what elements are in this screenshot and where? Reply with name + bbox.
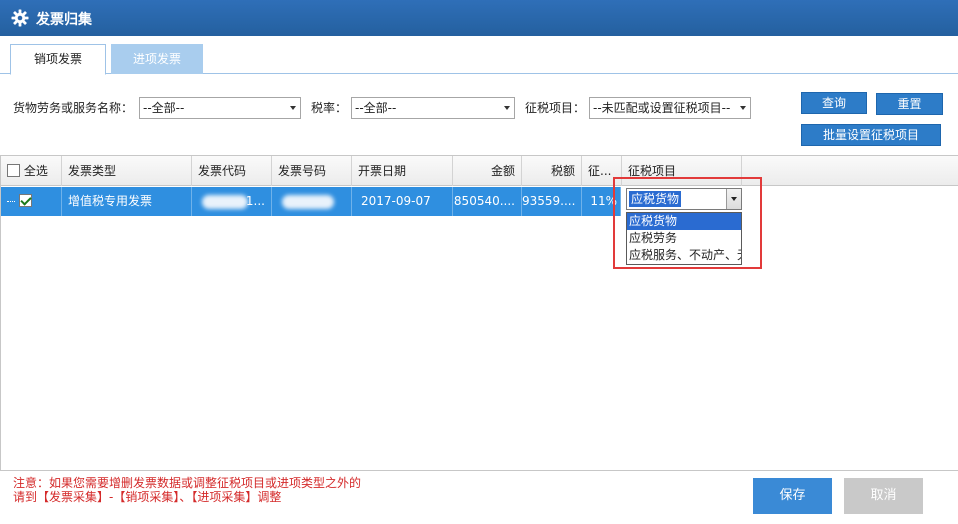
goods-filter-label: 货物劳务或服务名称： [13, 101, 134, 115]
tax-item-dropdown-list: 应税货物 应税劳务 应税服务、不动产、无形资产 [626, 212, 742, 265]
column-header-tax[interactable]: 税额 [522, 156, 582, 186]
tree-line [7, 201, 15, 202]
save-button[interactable]: 保存 [753, 478, 832, 514]
row-checkbox[interactable] [19, 194, 32, 207]
goods-filter-value: --全部-- [143, 101, 185, 115]
select-all-label: 全选 [23, 164, 48, 178]
select-all-checkbox[interactable] [7, 164, 20, 177]
row-select-cell[interactable] [1, 187, 62, 216]
table-header: 全选 发票类型 发票代码 发票号码 开票日期 金额 税额 征... 征税项目 [1, 156, 958, 186]
tax-item-filter-value: --未匹配或设置征税项目-- [593, 101, 731, 115]
redacted-code [202, 195, 248, 209]
notice-line-2: 请到【发票采集】-【销项采集】、【进项采集】调整 [13, 490, 282, 504]
tab-strip: 销项发票 进项发票 [0, 36, 958, 75]
rate-filter-label: 税率： [311, 101, 348, 115]
chevron-down-icon[interactable] [726, 189, 741, 209]
cancel-button[interactable]: 取消 [844, 478, 923, 514]
tax-item-filter-label: 征税项目： [525, 101, 586, 115]
cell-issue-date: 2017-09-07 [352, 187, 453, 216]
column-header-invoice-type[interactable]: 发票类型 [62, 156, 192, 186]
cell-invoice-code: 1... [192, 187, 272, 216]
select-all-header[interactable]: 全选 [1, 156, 62, 186]
cell-amount: 850540.... [453, 187, 522, 216]
dropdown-option-taxable-goods[interactable]: 应税货物 [627, 213, 741, 230]
tax-item-filter-select[interactable]: --未匹配或设置征税项目-- [589, 97, 751, 119]
cell-invoice-number [272, 187, 352, 216]
dropdown-option-taxable-services[interactable]: 应税服务、不动产、无形资产 [627, 247, 741, 264]
rate-filter-value: --全部-- [355, 101, 397, 115]
title-bar: 发票归集 [0, 0, 958, 36]
tab-purchase-invoices[interactable]: 进项发票 [111, 44, 203, 74]
gear-icon [11, 9, 29, 27]
chevron-down-icon [287, 98, 300, 118]
column-header-invoice-number[interactable]: 发票号码 [272, 156, 352, 186]
cell-tax: 93559.... [522, 187, 582, 216]
tab-sales-invoices[interactable]: 销项发票 [10, 44, 106, 75]
invoice-table: 全选 发票类型 发票代码 发票号码 开票日期 金额 税额 征... 征税项目 增… [0, 155, 958, 471]
column-header-amount[interactable]: 金额 [453, 156, 522, 186]
notice-line-1: 注意：如果您需要增删发票数据或调整征税项目或进项类型之外的 [13, 476, 362, 490]
column-header-invoice-code[interactable]: 发票代码 [192, 156, 272, 186]
window-title: 发票归集 [36, 12, 92, 28]
table-row[interactable]: 增值税专用发票 1... 2017-09-07 850540.... 93559… [1, 187, 621, 216]
batch-set-tax-item-button[interactable]: 批量设置征税项目 [801, 124, 941, 146]
column-header-issue-date[interactable]: 开票日期 [352, 156, 453, 186]
dropdown-option-taxable-labor[interactable]: 应税劳务 [627, 230, 741, 247]
cell-invoice-code-text: 1... [245, 194, 265, 208]
goods-filter-select[interactable]: --全部-- [139, 97, 301, 119]
chevron-down-icon [737, 98, 750, 118]
cell-invoice-type: 增值税专用发票 [62, 187, 192, 216]
query-button[interactable]: 查询 [801, 92, 867, 114]
reset-button[interactable]: 重置 [876, 93, 943, 115]
rate-filter-select[interactable]: --全部-- [351, 97, 515, 119]
tax-item-combo-value: 应税货物 [629, 191, 682, 207]
notice-text: 注意：如果您需要增删发票数据或调整征税项目或进项类型之外的 请到【发票采集】-【… [13, 476, 361, 504]
chevron-down-icon [501, 98, 514, 118]
redacted-number [282, 195, 334, 209]
tax-item-combo[interactable]: 应税货物 [626, 188, 742, 210]
